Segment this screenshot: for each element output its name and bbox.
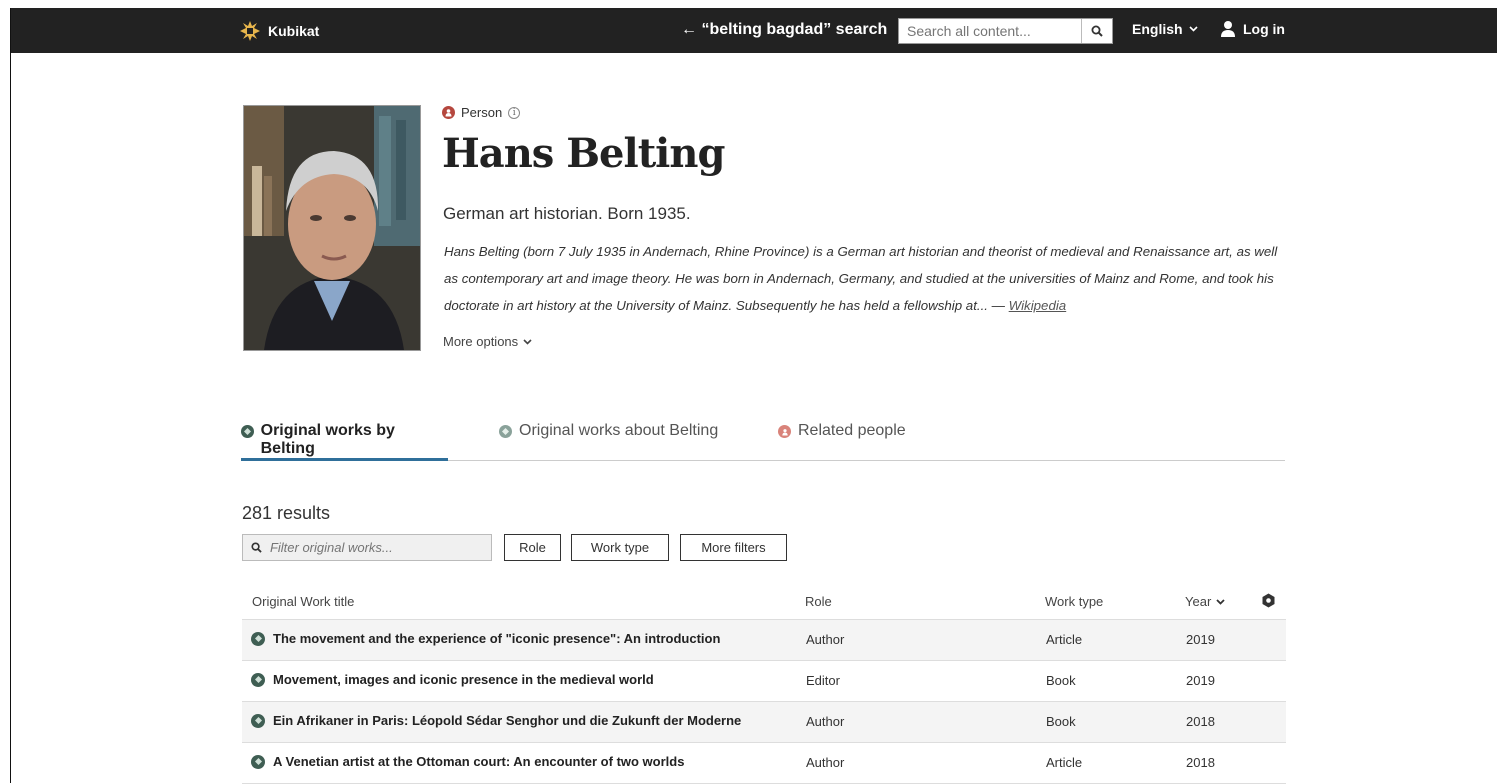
- column-header-role[interactable]: Role: [805, 594, 832, 609]
- work-title[interactable]: Ein Afrikaner in Paris: Léopold Sédar Se…: [273, 713, 741, 728]
- role-cell: Author: [806, 632, 845, 647]
- person-icon: [778, 425, 791, 438]
- more-filters-button[interactable]: More filters: [680, 534, 787, 561]
- login-button[interactable]: Log in: [1220, 20, 1285, 38]
- work-title[interactable]: A Venetian artist at the Ottoman court: …: [273, 754, 684, 769]
- bio-text: Hans Belting (born 7 July 1935 in Andern…: [444, 244, 1278, 313]
- chevron-down-icon: [1216, 598, 1225, 605]
- work-icon: [251, 713, 265, 728]
- year-cell: 2018: [1186, 755, 1215, 770]
- work-title[interactable]: Movement, images and iconic presence in …: [273, 672, 654, 687]
- column-header-year[interactable]: Year: [1185, 594, 1225, 609]
- user-icon: [1221, 21, 1235, 37]
- info-icon[interactable]: i: [508, 106, 521, 119]
- role-cell: Author: [806, 714, 845, 729]
- work-icon: [499, 425, 512, 438]
- table-row[interactable]: A Venetian artist at the Ottoman court: …: [242, 743, 1286, 784]
- person-portrait-image: [243, 105, 421, 351]
- back-to-search-link[interactable]: ← “belting bagdad” search: [681, 21, 887, 39]
- search-box: [898, 18, 1113, 44]
- page-frame: Kubikat ← “belting bagdad” search Englis…: [10, 8, 1497, 784]
- tab-label: Original works by Belting: [260, 422, 395, 457]
- search-icon: [251, 542, 262, 553]
- language-selector[interactable]: English: [1132, 21, 1198, 37]
- tab-label: Related people: [798, 422, 906, 439]
- table-header: Original Work title Role Work type Year: [242, 590, 1286, 620]
- entity-type-row: Person i: [442, 105, 521, 120]
- settings-icon[interactable]: [1261, 593, 1276, 608]
- work-type-cell: Article: [1046, 755, 1083, 770]
- tab-related-people[interactable]: Related people: [778, 422, 906, 460]
- work-type-cell: Article: [1046, 632, 1083, 647]
- year-cell: 2019: [1186, 673, 1215, 688]
- search-input[interactable]: [899, 19, 1099, 43]
- table-row[interactable]: Ein Afrikaner in Paris: Léopold Sédar Se…: [242, 702, 1286, 743]
- work-icon: [251, 672, 265, 687]
- year-cell: 2018: [1186, 714, 1215, 729]
- role-cell: Editor: [806, 673, 840, 688]
- role-cell: Author: [806, 755, 845, 770]
- work-icon: [251, 754, 265, 769]
- work-type-cell: Book: [1046, 714, 1076, 729]
- tab-bar: Original works by Belting Original works…: [241, 422, 1285, 461]
- more-options-label: More options: [443, 334, 519, 349]
- tab-works-by[interactable]: Original works by Belting: [241, 422, 448, 461]
- person-bio: Hans Belting (born 7 July 1935 in Andern…: [444, 238, 1294, 319]
- work-title-cell: A Venetian artist at the Ottoman court: …: [251, 754, 684, 769]
- work-icon: [241, 425, 254, 438]
- work-type-filter-button[interactable]: Work type: [571, 534, 669, 561]
- work-title-cell: Movement, images and iconic presence in …: [251, 672, 654, 687]
- work-type-cell: Book: [1046, 673, 1076, 688]
- work-title[interactable]: The movement and the experience of "icon…: [273, 631, 720, 646]
- search-icon: [1091, 25, 1103, 37]
- language-label: English: [1132, 21, 1183, 37]
- person-subtitle: German art historian. Born 1935.: [443, 204, 691, 223]
- filter-box: [242, 534, 492, 561]
- more-options-toggle[interactable]: More options: [443, 334, 532, 349]
- tab-label: Original works about Belting: [519, 422, 719, 439]
- column-header-work-type[interactable]: Work type: [1045, 594, 1103, 609]
- person-name: Hans Belting: [442, 130, 725, 177]
- chevron-down-icon: [523, 338, 532, 345]
- chevron-down-icon: [1188, 26, 1198, 32]
- entity-type-label: Person: [461, 105, 503, 120]
- logo[interactable]: Kubikat: [239, 20, 319, 42]
- table-row[interactable]: Movement, images and iconic presence in …: [242, 661, 1286, 702]
- year-cell: 2019: [1186, 632, 1215, 647]
- column-header-title[interactable]: Original Work title: [252, 594, 354, 609]
- person-icon: [442, 106, 455, 119]
- portrait-illustration: [244, 106, 420, 350]
- search-button[interactable]: [1081, 19, 1112, 43]
- login-label: Log in: [1243, 21, 1285, 37]
- work-icon: [251, 631, 265, 646]
- work-title-cell: The movement and the experience of "icon…: [251, 631, 720, 646]
- column-header-year-label: Year: [1185, 594, 1212, 609]
- role-filter-button[interactable]: Role: [504, 534, 561, 561]
- filter-input[interactable]: [267, 539, 491, 556]
- wikipedia-link[interactable]: Wikipedia: [1009, 298, 1067, 313]
- top-navigation-bar: Kubikat ← “belting bagdad” search Englis…: [11, 8, 1497, 53]
- work-title-cell: Ein Afrikaner in Paris: Léopold Sédar Se…: [251, 713, 741, 728]
- logo-text: Kubikat: [268, 23, 320, 39]
- kubikat-logo-icon: [240, 21, 260, 41]
- results-count: 281 results: [242, 503, 331, 523]
- tab-works-about[interactable]: Original works about Belting: [499, 422, 718, 460]
- table-row[interactable]: The movement and the experience of "icon…: [242, 620, 1286, 661]
